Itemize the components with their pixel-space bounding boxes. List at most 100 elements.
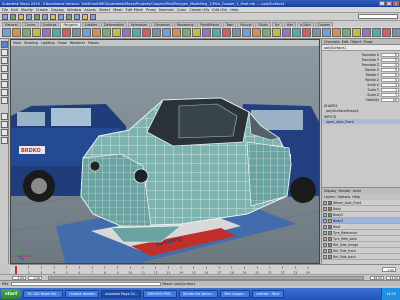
menu-item-create[interactable]: Create [36, 8, 48, 12]
shelf-tool-icon[interactable] [302, 28, 311, 37]
shelf-tool-icon[interactable] [352, 28, 361, 37]
shelf-tool-icon[interactable] [172, 28, 181, 37]
channel-value[interactable]: 1 [381, 92, 399, 97]
shelf-tool-icon[interactable] [252, 28, 261, 37]
layer-visibility-toggle[interactable]: V [323, 254, 327, 259]
layer-visibility-toggle[interactable]: V [323, 206, 327, 211]
channel-row[interactable]: Visibility on [323, 97, 399, 102]
channel-box-menu-show[interactable]: Show [363, 40, 372, 44]
shelf-tool-icon[interactable] [242, 28, 251, 37]
shelf-tool-icon[interactable] [162, 28, 171, 37]
move-tool-icon[interactable] [0, 65, 8, 72]
menu-item-assets[interactable]: Assets [84, 8, 96, 12]
shelf-tool-icon[interactable] [72, 28, 81, 37]
layer-menu-help[interactable]: Help [352, 195, 360, 199]
shelf-tool-icon[interactable] [122, 28, 131, 37]
shelf-tool-icon[interactable] [62, 28, 71, 37]
layer-menu-layers[interactable]: Layers [324, 195, 335, 199]
channel-box-menu-edit[interactable]: Edit [342, 40, 349, 44]
shelf-tool-icon[interactable] [282, 28, 291, 37]
shelf-tool-icon[interactable] [372, 28, 381, 37]
channel-value[interactable]: 1 [381, 82, 399, 87]
shelf-tool-icon[interactable] [362, 28, 371, 37]
menu-set-icon[interactable] [2, 13, 8, 20]
shelf-tool-icon[interactable] [32, 28, 41, 37]
layer-color-swatch[interactable] [328, 218, 332, 223]
layer-tab-render[interactable]: Render [339, 189, 351, 193]
render-icon[interactable] [82, 13, 88, 20]
channel-value[interactable]: 0 [381, 72, 399, 77]
layer-visibility-toggle[interactable]: V [323, 200, 327, 205]
taskbar-button[interactable]: 3D CAD Model Rel... [23, 290, 64, 298]
layer-tab-display[interactable]: Display [324, 189, 337, 193]
layer-color-swatch[interactable] [328, 200, 332, 205]
open-scene-icon[interactable] [18, 13, 24, 20]
shelf-tool-icon[interactable] [152, 28, 161, 37]
menu-item-file[interactable]: File [2, 8, 8, 12]
select-by-object-icon[interactable] [42, 13, 48, 20]
viewport-menu-renderer[interactable]: Renderer [70, 41, 85, 45]
taskbar-button[interactable]: Mini Cooper... [220, 290, 251, 298]
command-input[interactable] [10, 281, 161, 286]
command-language-label[interactable]: MEL [2, 282, 9, 286]
layer-visibility-toggle[interactable]: V [323, 224, 327, 229]
layer-visibility-toggle[interactable]: V [323, 218, 327, 223]
snap-grid-icon[interactable] [58, 13, 64, 20]
shelf-tool-icon[interactable] [392, 28, 400, 37]
menu-item-color[interactable]: Color [177, 8, 186, 12]
shelf-tool-icon[interactable] [132, 28, 141, 37]
menu-item-create-uvs[interactable]: Create UVs [189, 8, 209, 12]
layer-visibility-toggle[interactable]: V [323, 230, 327, 235]
select-by-hierarchy-icon[interactable] [34, 13, 40, 20]
shelf-tool-icon[interactable] [112, 28, 121, 37]
select-tool-icon[interactable] [0, 41, 8, 48]
shelf-tool-icon[interactable] [232, 28, 241, 37]
menu-item-normals[interactable]: Normals [159, 8, 174, 12]
shelf-tool-icon[interactable] [322, 28, 331, 37]
single-view-icon[interactable] [0, 113, 8, 120]
channel-row[interactable]: Scale X1 [323, 82, 399, 87]
shelf-tool-icon[interactable] [42, 28, 51, 37]
range-slider-bar[interactable] [48, 275, 364, 280]
time-slider[interactable]: 123456789101112131415161718192021222324 … [10, 264, 400, 274]
shelf-tool-icon[interactable] [182, 28, 191, 37]
shelf-tool-icon[interactable] [332, 28, 341, 37]
shelf-tool-icon[interactable] [82, 28, 91, 37]
start-time-field[interactable]: 1.00 [12, 275, 26, 280]
shelf-tool-icon[interactable] [92, 28, 101, 37]
shelf-tool-icon[interactable] [12, 28, 21, 37]
shelf-tool-icon[interactable] [22, 28, 31, 37]
range-end-field[interactable]: 48.00 [370, 275, 384, 280]
paint-select-icon[interactable] [0, 57, 8, 64]
layer-menu-options[interactable]: Options [337, 195, 350, 199]
shelf-tool-icon[interactable] [192, 28, 201, 37]
scale-tool-icon[interactable] [0, 81, 8, 88]
viewport-menu-panels[interactable]: Panels [88, 41, 99, 45]
menu-item-proxy[interactable]: Proxy [146, 8, 156, 12]
channel-value[interactable]: 0 [381, 62, 399, 67]
channel-value[interactable]: 0 [381, 52, 399, 57]
channel-row[interactable]: Translate X0 [323, 52, 399, 57]
taskbar-button[interactable]: ZBRUSH3 PRO... [143, 290, 178, 298]
maximize-button[interactable]: □ [386, 1, 392, 6]
last-tool-icon[interactable] [0, 97, 8, 104]
layer-tab-anim[interactable]: Anim [353, 189, 362, 193]
four-view-icon[interactable] [0, 121, 8, 128]
shelf-tool-icon[interactable] [202, 28, 211, 37]
channel-value[interactable]: 0 [381, 67, 399, 72]
channel-row[interactable]: Rotate Z0 [323, 77, 399, 82]
shelf-tool-icon[interactable] [2, 28, 11, 37]
channel-row[interactable]: Translate Y0 [323, 57, 399, 62]
channel-row[interactable]: Scale Y1 [323, 87, 399, 92]
taskbar-button[interactable]: Autodesk Maya 20... [101, 290, 142, 298]
channel-row[interactable]: Rotate X0 [323, 67, 399, 72]
shelf-tool-icon[interactable] [262, 28, 271, 37]
channel-value[interactable]: 0 [381, 77, 399, 82]
end-time-field[interactable]: 24.00 [386, 275, 400, 280]
persp-outliner-icon[interactable] [0, 129, 8, 136]
channel-row[interactable]: Scale Z1 [323, 92, 399, 97]
current-frame-field[interactable]: 1.00 [382, 267, 396, 272]
perspective-viewport[interactable]: View Shading Lighting Show Renderer Panels [10, 39, 320, 264]
shelf-tool-icon[interactable] [272, 28, 281, 37]
shelf-tool-icon[interactable] [312, 28, 321, 37]
